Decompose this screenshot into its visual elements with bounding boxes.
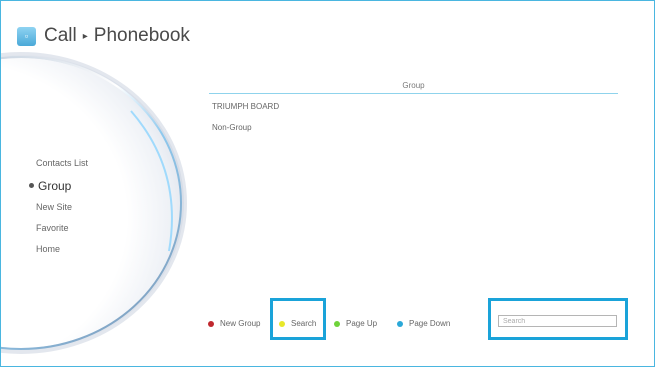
group-row-triumph-board[interactable]: TRIUMPH BOARD (212, 102, 279, 111)
breadcrumb-arrow-icon: ▸ (82, 30, 88, 42)
sidebar-item-label: Group (38, 179, 72, 193)
title-phonebook: Phonebook (93, 25, 190, 46)
red-dot-icon (208, 320, 214, 327)
sidebar-item-new-site[interactable]: New Site (36, 202, 72, 212)
blue-dot-icon (397, 320, 403, 327)
group-row-non-group[interactable]: Non-Group (212, 123, 252, 132)
group-column-header: Group (402, 81, 425, 90)
new-group-label: New Group (220, 319, 261, 328)
phone-app-icon[interactable]: ▫ (17, 26, 36, 46)
selected-bullet-icon (29, 183, 34, 188)
green-dot-icon (334, 320, 340, 327)
sidebar-item-label: Favorite (36, 223, 69, 233)
search-field-highlight (488, 298, 628, 340)
app-frame: ▫ Call ▸ Phonebook Contacts List Group N… (0, 0, 655, 367)
page-down-label: Page Down (409, 319, 451, 328)
sidebar-item-label: Home (36, 244, 61, 254)
sidebar-item-favorite[interactable]: Favorite (36, 223, 69, 233)
header-divider (209, 93, 618, 94)
search-button-highlight (270, 298, 326, 340)
new-group-button[interactable]: New Group (208, 319, 260, 328)
page-up-label: Page Up (346, 319, 378, 328)
sidebar-item-home[interactable]: Home (36, 244, 60, 254)
sidebar-item-label: Contacts List (36, 158, 89, 168)
page-title: Call ▸ Phonebook (44, 25, 190, 47)
title-bar: ▫ Call ▸ Phonebook (17, 25, 190, 47)
sidebar-item-contacts-list[interactable]: Contacts List (36, 158, 88, 168)
page-down-button[interactable]: Page Down (397, 319, 450, 328)
sidebar-item-label: New Site (36, 202, 73, 212)
page-up-button[interactable]: Page Up (334, 319, 377, 328)
title-call: Call (44, 25, 77, 46)
sidebar-item-group[interactable]: Group (29, 179, 72, 193)
